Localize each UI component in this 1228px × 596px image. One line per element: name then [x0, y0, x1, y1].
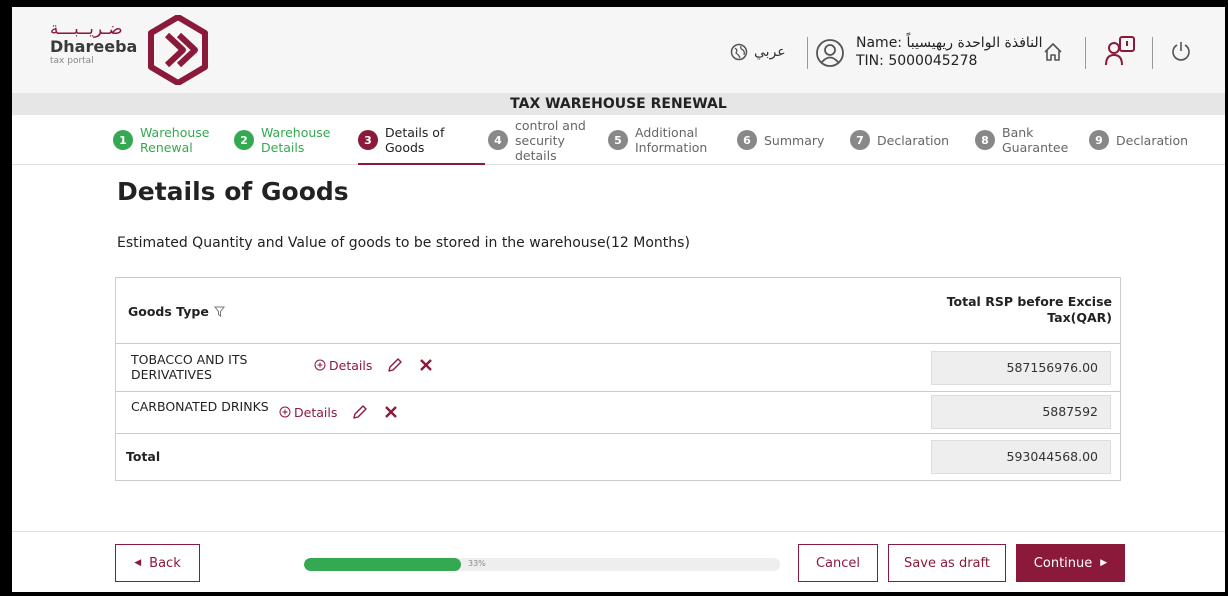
goods-type-cell: TOBACCO AND ITS DERIVATIVES	[131, 352, 248, 382]
user-icon[interactable]	[815, 38, 845, 68]
logo-name: Dhareeba	[50, 37, 138, 56]
goods-table: Goods Type Total RSP before Excise Tax(Q…	[115, 277, 1121, 481]
step-label: Declaration	[1116, 132, 1189, 148]
step-number: 3	[358, 130, 378, 150]
table-total-row: Total 593044568.00	[116, 434, 1120, 480]
wizard-steps: 1 Warehouse Renewal 2 Warehouse Details …	[12, 115, 1225, 165]
goods-type-cell: CARBONATED DRINKS	[131, 399, 269, 414]
delete-icon[interactable]	[383, 404, 399, 420]
progress-bar	[304, 558, 780, 571]
logo-subtitle: tax portal	[50, 56, 94, 66]
column-label: Goods Type	[128, 304, 209, 319]
header-divider	[1085, 37, 1086, 69]
step-additional-information[interactable]: 5 Additional Information	[608, 115, 720, 165]
section-subtitle: Estimated Quantity and Value of goods to…	[117, 235, 690, 251]
step-declaration[interactable]: 7 Declaration	[850, 115, 949, 165]
wizard-footer: ◀ Back 33% Cancel Save as draft Continue…	[12, 531, 1225, 592]
details-label: Details	[329, 357, 373, 373]
power-icon[interactable]	[1170, 40, 1192, 62]
step-details-of-goods[interactable]: 3 Details of Goods	[358, 115, 485, 165]
step-label: Warehouse Details	[261, 125, 331, 155]
back-label: Back	[149, 555, 181, 571]
continue-arrow-icon: ▶	[1100, 558, 1108, 568]
globe-icon	[730, 43, 748, 61]
total-rsp-value[interactable]: 587156976.00	[931, 351, 1111, 385]
total-label: Total	[126, 449, 161, 464]
row-actions: Details	[279, 403, 399, 421]
step-number: 2	[234, 130, 254, 150]
edit-icon[interactable]	[386, 356, 404, 374]
step-warehouse-renewal[interactable]: 1 Warehouse Renewal	[113, 115, 222, 165]
user-tin: TIN: 5000045278	[856, 53, 978, 69]
progress-fill	[304, 558, 462, 571]
user-name: Name: النافذة الواحدة ريهيسيباً	[856, 35, 1043, 51]
details-link[interactable]: Details	[279, 405, 337, 420]
language-label: عربي	[754, 44, 786, 60]
step-number: 5	[608, 130, 628, 150]
step-number: 8	[975, 130, 995, 150]
plus-circle-icon	[279, 406, 291, 418]
step-label: Summary	[764, 132, 825, 148]
continue-button[interactable]: Continue ▶	[1016, 544, 1125, 582]
top-header: ضـريــبـــة Dhareeba tax portal عربي Nam…	[12, 7, 1225, 93]
back-arrow-icon: ◀	[134, 558, 142, 568]
details-link[interactable]: Details	[314, 358, 372, 373]
step-label: Details of Goods	[385, 125, 445, 155]
dhareeba-logo-icon	[148, 15, 208, 85]
step-bank-guarantee[interactable]: 8 Bank Guarantee	[975, 115, 1070, 165]
continue-label: Continue	[1033, 555, 1093, 571]
table-header: Goods Type Total RSP before Excise Tax(Q…	[116, 278, 1120, 344]
column-header-goods-type[interactable]: Goods Type	[128, 304, 225, 319]
page-header-title: TAX WAREHOUSE RENEWAL	[12, 93, 1225, 115]
step-label: control and security details	[515, 117, 586, 163]
edit-icon[interactable]	[351, 403, 369, 421]
header-divider	[1152, 37, 1153, 69]
app-frame: ضـريــبـــة Dhareeba tax portal عربي Nam…	[12, 7, 1225, 592]
progress-text: 33%	[468, 559, 486, 568]
total-rsp-value[interactable]: 5887592	[931, 395, 1111, 429]
plus-circle-icon	[314, 359, 326, 371]
step-control-security[interactable]: 4 control and security details	[488, 115, 595, 165]
step-number: 6	[737, 130, 757, 150]
step-final-declaration[interactable]: 9 Declaration	[1089, 115, 1188, 165]
language-switch[interactable]: عربي	[730, 43, 786, 61]
back-button[interactable]: ◀ Back	[115, 544, 200, 582]
step-warehouse-details[interactable]: 2 Warehouse Details	[234, 115, 343, 165]
save-draft-button[interactable]: Save as draft	[888, 544, 1006, 582]
help-icon[interactable]	[1104, 34, 1138, 68]
table-row: CARBONATED DRINKS Details 5887592	[116, 392, 1120, 434]
step-label: Bank Guarantee	[1002, 125, 1069, 155]
step-label: Additional Information	[635, 125, 708, 155]
page-title: Details of Goods	[117, 177, 349, 206]
step-label: Declaration	[877, 132, 950, 148]
filter-icon[interactable]	[213, 306, 225, 317]
row-actions: Details	[314, 356, 434, 374]
step-number: 4	[488, 130, 508, 150]
column-header-total-rsp: Total RSP before Excise Tax(QAR)	[946, 294, 1112, 325]
step-label: Warehouse Renewal	[140, 125, 210, 155]
logo-arabic: ضـريــبـــة	[50, 19, 123, 39]
details-label: Details	[294, 404, 338, 420]
table-row: TOBACCO AND ITS DERIVATIVES Details 5871…	[116, 344, 1120, 392]
logo[interactable]: ضـريــبـــة Dhareeba tax portal	[50, 20, 137, 67]
step-number: 1	[113, 130, 133, 150]
delete-icon[interactable]	[418, 357, 434, 373]
step-number: 7	[850, 130, 870, 150]
user-info: Name: النافذة الواحدة ريهيسيباً TIN: 500…	[856, 34, 1043, 70]
header-divider	[807, 37, 808, 69]
home-icon[interactable]	[1042, 41, 1064, 63]
cancel-button[interactable]: Cancel	[798, 544, 878, 582]
step-number: 9	[1089, 130, 1109, 150]
step-summary[interactable]: 6 Summary	[737, 115, 824, 165]
grand-total-value: 593044568.00	[931, 440, 1111, 474]
